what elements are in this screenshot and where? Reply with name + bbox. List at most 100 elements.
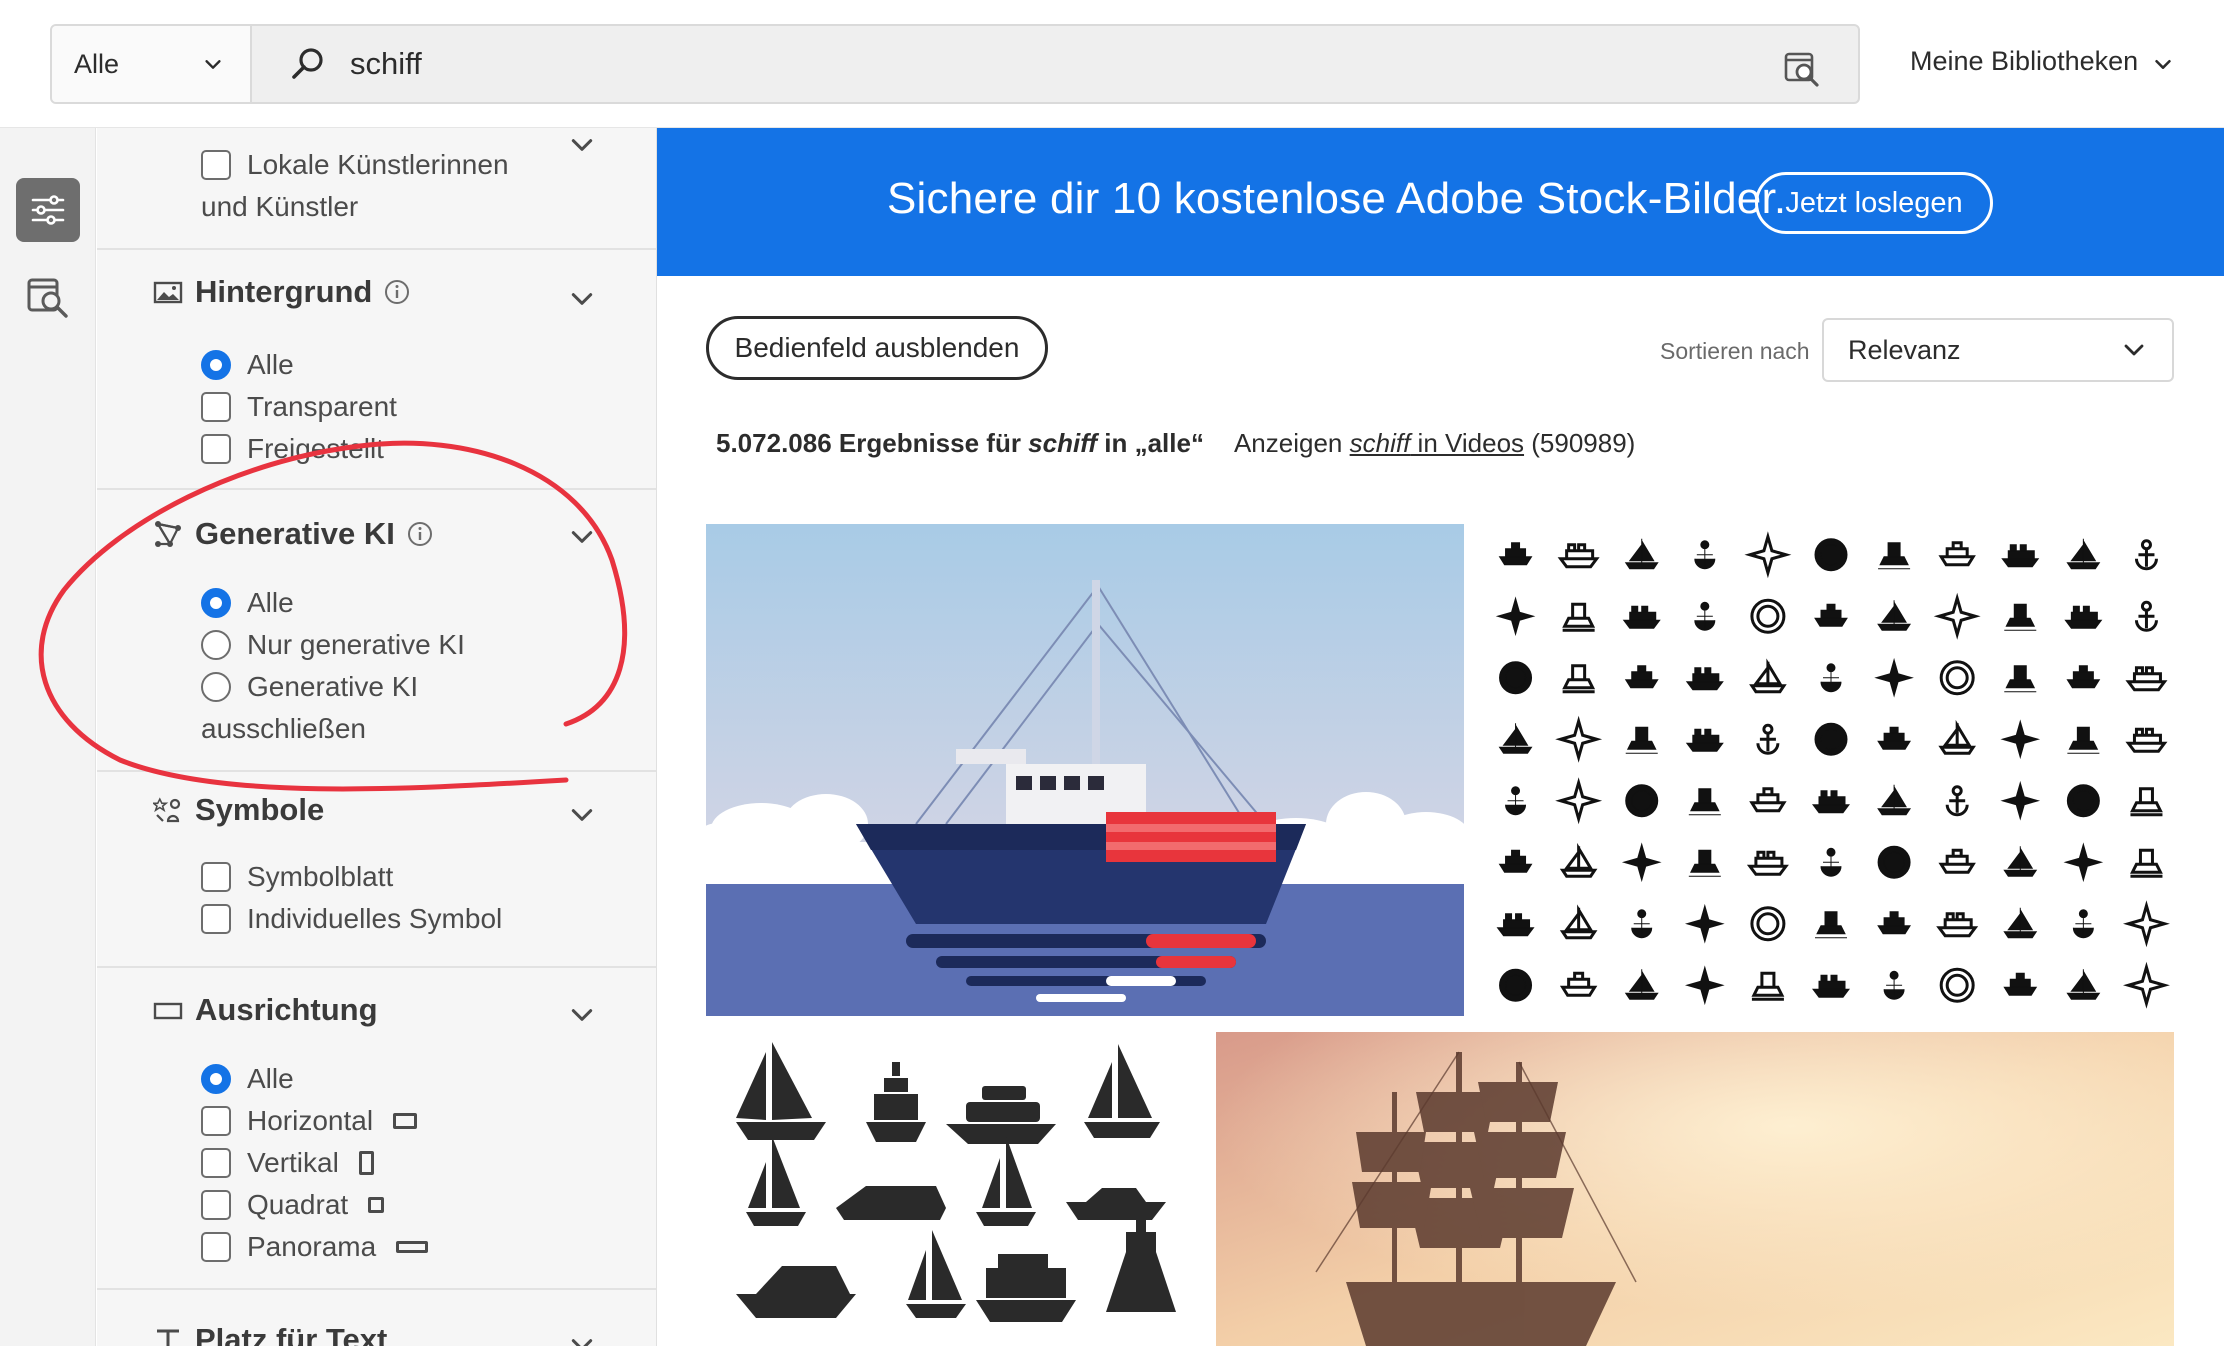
sort-dropdown[interactable]: Relevanz — [1822, 318, 2174, 382]
chevron-down-icon[interactable] — [569, 524, 595, 550]
info-icon[interactable] — [384, 279, 410, 305]
checkbox-label: Symbolblatt — [247, 861, 394, 892]
radio-label: Alle — [247, 587, 294, 618]
ship-glyph-icon — [1815, 911, 1847, 939]
result-image-ship-icon-set[interactable] — [1480, 524, 2174, 1016]
radio-genai-exclude[interactable]: Generative KI — [201, 666, 418, 708]
checkbox[interactable] — [201, 1148, 231, 1178]
section-title: Hintergrund — [195, 274, 373, 309]
video-results-link[interactable]: schiff in Videos — [1350, 428, 1524, 458]
section-header[interactable]: Hintergrund — [153, 274, 410, 310]
radio-button[interactable] — [201, 630, 231, 660]
ship-glyph-icon — [2130, 848, 2163, 878]
ship-icon-grid — [1495, 531, 2170, 1009]
result-image-fishing-boat[interactable] — [706, 524, 1464, 1016]
checkbox[interactable] — [201, 862, 231, 892]
ship-glyph-icon — [1746, 850, 1789, 876]
info-icon[interactable] — [407, 521, 433, 547]
checkbox[interactable] — [201, 1106, 231, 1136]
vertical-shape-icon — [358, 1151, 374, 1175]
get-started-button[interactable]: Jetzt loslegen — [1755, 172, 1993, 234]
checkbox-isolated[interactable]: Freigestellt — [201, 428, 384, 470]
checkbox-icon-set[interactable]: Symbolblatt — [201, 856, 393, 898]
my-libraries-menu[interactable]: Meine Bibliotheken — [1910, 46, 2174, 77]
checkbox[interactable] — [201, 1232, 231, 1262]
ship-glyph-icon — [1939, 660, 1975, 696]
chevron-down-icon[interactable] — [569, 1002, 595, 1028]
ship-glyph-icon — [1555, 715, 1603, 763]
section-header[interactable]: Platz für Text — [153, 1322, 387, 1346]
boat-silhouettes — [736, 1042, 1176, 1322]
checkbox[interactable] — [201, 392, 231, 422]
checkbox-label: Quadrat — [247, 1189, 349, 1220]
checkbox-transparent[interactable]: Transparent — [201, 386, 397, 428]
radio-genai-all[interactable]: Alle — [201, 582, 294, 624]
radio-button[interactable] — [201, 1064, 231, 1094]
sort-label: Sortieren nach — [1660, 338, 1810, 364]
section-header[interactable]: Generative KI — [153, 516, 433, 552]
results-count-prefix: 5.072.086 Ergebnisse für — [716, 428, 1029, 458]
result-image-boat-silhouettes[interactable] — [706, 1032, 1200, 1346]
ship-glyph-icon — [2130, 787, 2163, 817]
checkbox-panorama[interactable]: Panorama — [201, 1226, 429, 1268]
checkbox-local-artists[interactable]: Lokale Künstlerinnen — [201, 144, 509, 186]
search-input[interactable]: schiff — [252, 26, 1858, 102]
radio-label: Alle — [247, 349, 294, 380]
ship-glyph-icon — [2122, 900, 2170, 948]
chevron-down-icon[interactable] — [569, 286, 595, 312]
radio-button[interactable] — [201, 588, 231, 618]
section-header[interactable]: Ausrichtung — [153, 992, 378, 1028]
section-header[interactable]: Symbole — [153, 792, 324, 828]
visual-search-icon[interactable] — [26, 274, 70, 318]
checkbox[interactable] — [201, 150, 231, 180]
filter-section-generative-ai: Generative KI Alle Nur generative KI Gen… — [97, 490, 656, 772]
ship-glyph-icon — [1939, 967, 1975, 1003]
radio-orientation-all[interactable]: Alle — [201, 1058, 294, 1100]
text-icon — [157, 1329, 179, 1346]
chevron-down-icon[interactable] — [569, 802, 595, 828]
result-image-tall-ship-sunset[interactable] — [1216, 1032, 2174, 1346]
ship-glyph-icon — [2134, 539, 2158, 571]
search-scope-dropdown[interactable]: Alle — [52, 26, 252, 102]
checkbox[interactable] — [201, 904, 231, 934]
ship-glyph-icon — [1744, 531, 1792, 579]
checkbox-vertical[interactable]: Vertikal — [201, 1142, 374, 1184]
ship-glyph-icon — [2004, 665, 2037, 693]
checkbox[interactable] — [201, 1190, 231, 1220]
chevron-down-icon[interactable] — [569, 1332, 595, 1346]
panorama-shape-icon — [396, 1241, 429, 1253]
ship-glyph-icon — [1750, 906, 1786, 942]
radio-button[interactable] — [201, 350, 231, 380]
hide-panel-button[interactable]: Bedienfeld ausblenden — [706, 316, 1048, 380]
radio-button[interactable] — [201, 672, 231, 702]
checkbox-label: Individuelles Symbol — [247, 903, 503, 934]
checkbox-label-continued: und Künstler — [201, 186, 358, 228]
generative-ai-icon — [155, 521, 181, 547]
checkbox-horizontal[interactable]: Horizontal — [201, 1100, 418, 1142]
checkbox-square[interactable]: Quadrat — [201, 1184, 385, 1226]
ship-glyph-icon — [1498, 723, 1533, 754]
checkbox[interactable] — [201, 434, 231, 464]
ship-glyph-icon — [1814, 603, 1848, 627]
left-rail — [0, 128, 96, 1346]
ship-glyph-icon — [2072, 909, 2094, 939]
ship-glyph-icon — [2122, 961, 2170, 1009]
square-shape-icon — [368, 1197, 385, 1213]
chevron-down-icon[interactable] — [569, 132, 595, 158]
visual-search-icon[interactable] — [1782, 48, 1822, 88]
ship-glyph-icon — [1877, 600, 1912, 631]
ship-glyph-icon — [1877, 784, 1912, 816]
ship-glyph-icon — [2125, 727, 2168, 753]
ship-glyph-icon — [2134, 600, 2158, 632]
results-query: schiff — [1028, 428, 1098, 458]
ship-glyph-icon — [1812, 974, 1850, 998]
ship-glyph-icon — [1933, 592, 1981, 640]
ship-glyph-icon — [1883, 970, 1905, 1000]
ship-glyph-icon — [1557, 543, 1600, 569]
filter-section-copy-space: Platz für Text — [97, 1290, 656, 1346]
filter-toggle-button[interactable] — [16, 178, 80, 242]
checkbox-single-icon[interactable]: Individuelles Symbol — [201, 898, 502, 940]
radio-background-all[interactable]: Alle — [201, 344, 294, 386]
ship-glyph-icon — [1624, 969, 1659, 1000]
radio-genai-only[interactable]: Nur generative KI — [201, 624, 465, 666]
